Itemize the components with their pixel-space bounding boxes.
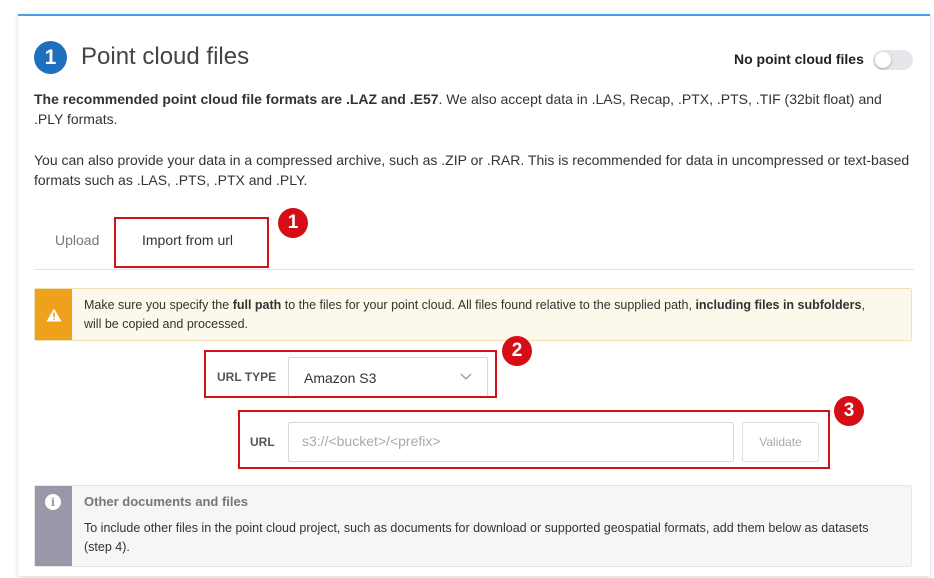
formats-recommended: The recommended point cloud file formats… [34, 91, 439, 107]
step-number-badge: 1 [34, 41, 67, 74]
no-point-cloud-toggle-label: No point cloud files [734, 51, 864, 67]
formats-description: The recommended point cloud file formats… [34, 89, 914, 129]
archive-description: You can also provide your data in a comp… [34, 152, 910, 188]
warning-bold-1: full path [232, 298, 282, 312]
tab-upload[interactable]: Upload [55, 232, 99, 248]
info-icon-bar: i [35, 486, 72, 566]
section-title: Point cloud files [81, 43, 250, 70]
warning-triangle-icon [46, 308, 61, 321]
warning-text-2: to the files for your point cloud. All f… [281, 298, 696, 312]
info-icon: i [45, 494, 61, 510]
warning-text: Make sure you specify the full path to t… [84, 296, 884, 334]
toggle-knob [875, 52, 891, 68]
point-cloud-files-panel: 1 Point cloud files No point cloud files… [18, 14, 930, 576]
warning-text-1: Make sure you specify the [84, 298, 233, 312]
annotation-badge-3: 3 [834, 396, 864, 426]
info-text: To include other files in the point clou… [84, 521, 869, 554]
info-alert: i Other documents and files To include o… [34, 485, 912, 567]
annotation-box-url-type [204, 350, 497, 398]
annotation-box-url [238, 410, 830, 469]
annotation-box-tab [114, 217, 269, 268]
info-title: Other documents and files [84, 494, 248, 509]
warning-alert: Make sure you specify the full path to t… [34, 288, 912, 341]
warning-icon-bar [35, 289, 72, 340]
warning-bold-2: including files in subfolders [695, 298, 862, 312]
annotation-badge-2: 2 [502, 336, 532, 366]
no-point-cloud-toggle[interactable] [873, 50, 913, 70]
annotation-badge-1: 1 [278, 208, 308, 238]
tab-divider [34, 269, 914, 270]
